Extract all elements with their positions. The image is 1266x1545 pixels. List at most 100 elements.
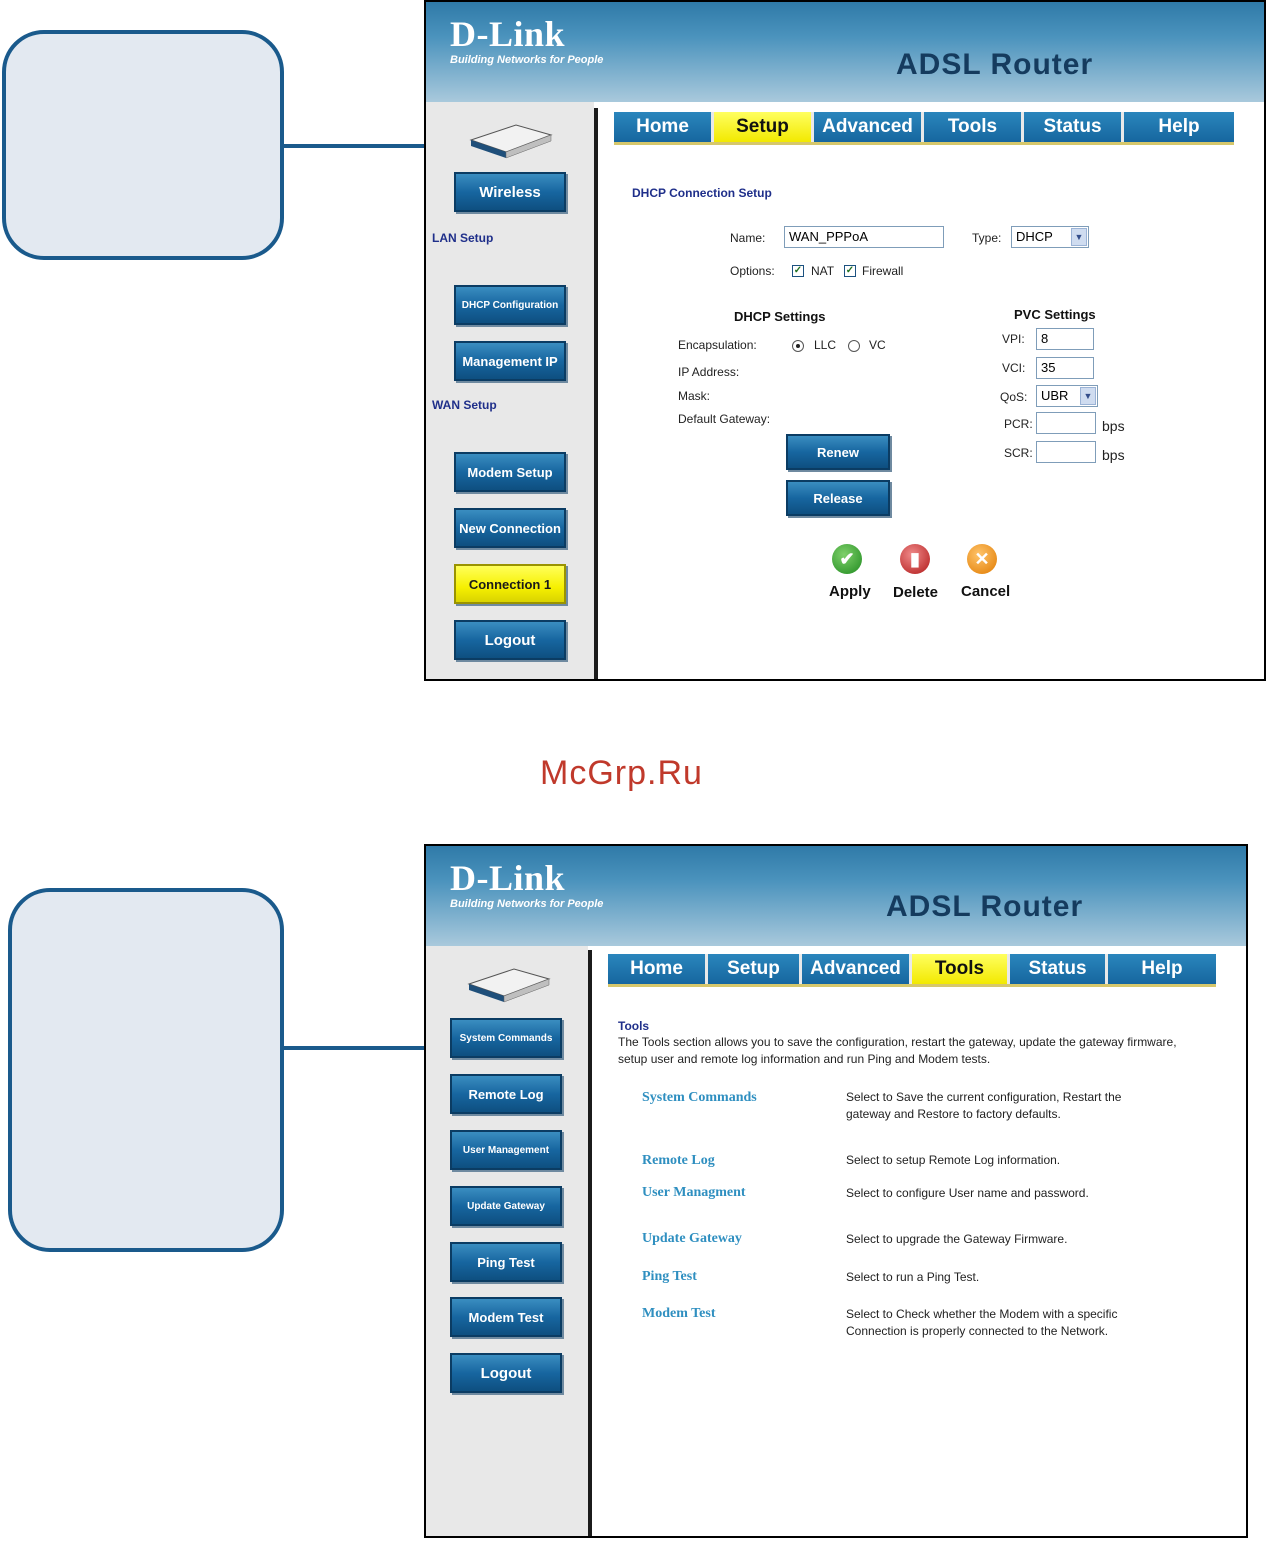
callout-connector-2 xyxy=(284,1046,440,1050)
sidebar-btn-user-management[interactable]: User Management xyxy=(450,1130,562,1170)
sidebar-btn-logout[interactable]: Logout xyxy=(454,620,566,660)
sidebar-btn-dhcp-configuration[interactable]: DHCP Configuration xyxy=(454,285,566,325)
tools-intro: The Tools section allows you to save the… xyxy=(618,1035,1177,1066)
sidebar-btn-remote-log[interactable]: Remote Log xyxy=(450,1074,562,1114)
nav-tabs: Home Setup Advanced Tools Status Help xyxy=(614,112,1234,142)
tab-help[interactable]: Help xyxy=(1108,954,1216,984)
vc-radio[interactable] xyxy=(848,340,860,352)
delete-label[interactable]: Delete xyxy=(893,584,938,601)
pvc-settings-title: PVC Settings xyxy=(1014,307,1096,322)
type-select-value: DHCP xyxy=(1016,229,1053,244)
logo-brand: D-Link xyxy=(450,14,566,54)
callout-box-2 xyxy=(8,888,284,1252)
scr-unit: bps xyxy=(1102,447,1125,463)
llc-label: LLC xyxy=(814,338,837,352)
mask-label: Mask: xyxy=(678,389,711,403)
sidebar-btn-wireless[interactable]: Wireless xyxy=(454,172,566,212)
tool-link-modem-test[interactable]: Modem Test xyxy=(642,1306,716,1322)
tool-desc-modem-test: Select to Check whether the Modem with a… xyxy=(846,1307,1118,1338)
tool-link-remote-log[interactable]: Remote Log xyxy=(642,1153,715,1169)
tab-setup[interactable]: Setup xyxy=(714,112,814,142)
tool-link-update-gateway[interactable]: Update Gateway xyxy=(642,1231,742,1247)
sidebar-btn-logout[interactable]: Logout xyxy=(450,1353,562,1393)
apply-check-icon[interactable]: ✔ xyxy=(832,544,862,574)
scr-label: SCR: xyxy=(1004,446,1033,460)
sidebar-btn-ping-test[interactable]: Ping Test xyxy=(450,1242,562,1282)
pcr-input[interactable] xyxy=(1036,412,1096,434)
product-title: ADSL Router xyxy=(886,890,1084,923)
default-gateway-label: Default Gateway: xyxy=(678,412,771,426)
tool-desc-system-commands: Select to Save the current configuration… xyxy=(846,1090,1122,1121)
tab-status[interactable]: Status xyxy=(1010,954,1108,984)
qos-select-value: UBR xyxy=(1041,388,1069,403)
sidebar-btn-management-ip[interactable]: Management IP xyxy=(454,341,566,381)
nat-label: NAT xyxy=(811,264,835,278)
tab-underline xyxy=(614,142,1234,145)
tab-tools[interactable]: Tools xyxy=(912,954,1010,984)
tab-home[interactable]: Home xyxy=(614,112,714,142)
nat-checkbox[interactable]: ✓ xyxy=(792,265,804,277)
lan-setup-label: LAN Setup xyxy=(432,231,494,245)
options-label: Options: xyxy=(730,264,775,278)
cancel-x-icon[interactable]: ✕ xyxy=(967,544,997,574)
apply-label[interactable]: Apply xyxy=(829,583,871,600)
tool-link-system-commands[interactable]: System Commands xyxy=(642,1090,757,1106)
sidebar-btn-system-commands[interactable]: System Commands xyxy=(450,1018,562,1058)
sidebar-btn-connection-1[interactable]: Connection 1 xyxy=(454,564,566,604)
tool-link-user-managment[interactable]: User Managment xyxy=(642,1185,746,1201)
sidebar-btn-update-gateway[interactable]: Update Gateway xyxy=(450,1186,562,1226)
chevron-down-icon: ▼ xyxy=(1080,387,1096,405)
llc-radio[interactable] xyxy=(792,340,804,352)
vc-label: VC xyxy=(869,338,886,352)
delete-trash-icon[interactable]: ▮ xyxy=(900,544,930,574)
dhcp-settings-title: DHCP Settings xyxy=(734,309,826,324)
tab-advanced[interactable]: Advanced xyxy=(814,112,924,142)
scr-input[interactable] xyxy=(1036,441,1096,463)
firewall-checkbox[interactable]: ✓ xyxy=(844,265,856,277)
section-title: DHCP Connection Setup xyxy=(632,186,772,200)
vci-input[interactable]: 35 xyxy=(1036,357,1094,379)
tools-title: Tools xyxy=(618,1019,650,1033)
tool-desc-ping-test: Select to run a Ping Test. xyxy=(846,1270,980,1284)
sidebar-divider xyxy=(588,950,592,1536)
type-select[interactable]: DHCP ▼ xyxy=(1011,226,1089,248)
name-label: Name: xyxy=(730,231,766,245)
tool-desc-update-gateway: Select to upgrade the Gateway Firmware. xyxy=(846,1232,1068,1246)
dlink-logo: D-Link Building Networks for People xyxy=(450,16,603,66)
tab-setup[interactable]: Setup xyxy=(708,954,802,984)
logo-tagline: Building Networks for People xyxy=(450,898,604,910)
qos-label: QoS: xyxy=(1000,390,1028,404)
tool-desc-remote-log: Select to setup Remote Log information. xyxy=(846,1153,1061,1167)
logo-tagline: Building Networks for People xyxy=(450,54,604,66)
dlink-logo: D-Link Building Networks for People xyxy=(450,860,603,910)
tool-desc-user-managment: Select to configure User name and passwo… xyxy=(846,1186,1089,1200)
encapsulation-label: Encapsulation: xyxy=(678,338,757,352)
sidebar-divider xyxy=(594,108,598,679)
ip-address-label: IP Address: xyxy=(678,365,740,379)
vpi-input[interactable]: 8 xyxy=(1036,328,1094,350)
qos-select[interactable]: UBR ▼ xyxy=(1036,385,1098,407)
cancel-label[interactable]: Cancel xyxy=(961,583,1010,600)
product-title: ADSL Router xyxy=(896,48,1094,81)
release-button[interactable]: Release xyxy=(786,480,890,516)
header-banner: D-Link Building Networks for People ADSL… xyxy=(426,846,1246,946)
type-label: Type: xyxy=(972,231,1002,245)
callout-box-1 xyxy=(2,30,284,260)
tool-link-ping-test[interactable]: Ping Test xyxy=(642,1269,697,1285)
nav-tabs: Home Setup Advanced Tools Status Help xyxy=(608,954,1216,984)
sidebar-btn-modem-setup[interactable]: Modem Setup xyxy=(454,452,566,492)
pcr-unit: bps xyxy=(1102,418,1125,434)
renew-button[interactable]: Renew xyxy=(786,434,890,470)
tab-help[interactable]: Help xyxy=(1124,112,1234,142)
sidebar-btn-modem-test[interactable]: Modem Test xyxy=(450,1297,562,1337)
tab-advanced[interactable]: Advanced xyxy=(802,954,912,984)
sidebar-btn-new-connection[interactable]: New Connection xyxy=(454,508,566,548)
header-banner: D-Link Building Networks for People ADSL… xyxy=(426,2,1264,102)
tab-tools[interactable]: Tools xyxy=(924,112,1024,142)
name-input[interactable]: WAN_PPPoA xyxy=(784,226,944,248)
vpi-label: VPI: xyxy=(1002,332,1025,346)
tab-home[interactable]: Home xyxy=(608,954,708,984)
tab-underline xyxy=(608,984,1216,987)
logo-brand: D-Link xyxy=(450,858,566,898)
tab-status[interactable]: Status xyxy=(1024,112,1124,142)
